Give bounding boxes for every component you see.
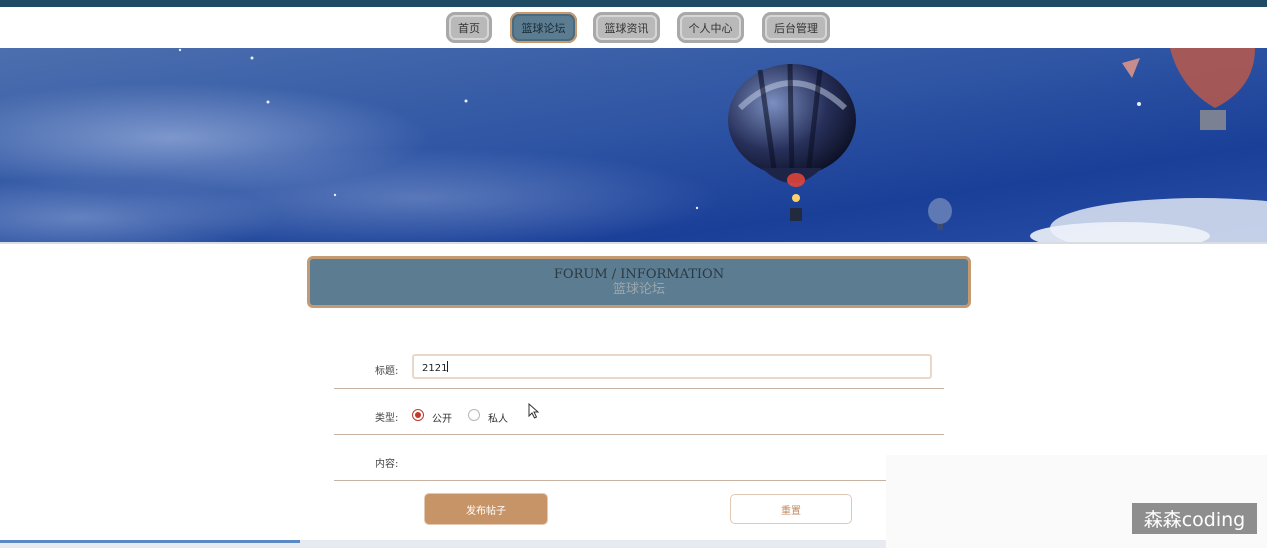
bottom-progress-fill [0, 540, 300, 543]
text-caret [447, 361, 449, 372]
content-label: 内容: [375, 459, 399, 470]
form-row-type [334, 388, 944, 435]
nav-admin[interactable]: 后台管理 [762, 12, 830, 43]
type-label: 类型: [375, 413, 399, 424]
title-label: 标题: [375, 366, 399, 377]
top-stripe [0, 0, 1267, 7]
nav-forum[interactable]: 篮球论坛 [510, 12, 577, 43]
radio-public-label[interactable]: 公开 [432, 410, 452, 425]
nav-news[interactable]: 篮球资讯 [593, 12, 660, 43]
video-overlay-region [886, 455, 1267, 548]
banner-image [0, 48, 1267, 242]
top-nav: 首页 篮球论坛 篮球资讯 个人中心 后台管理 [0, 7, 1267, 48]
radio-private[interactable] [468, 409, 480, 421]
hero-banner [0, 48, 1267, 242]
title-input[interactable]: 2121 [412, 354, 932, 379]
reset-button[interactable]: 重置 [730, 494, 852, 524]
form-row-content [334, 434, 944, 481]
section-title-en: FORUM / INFORMATION [553, 267, 725, 282]
section-title-panel: FORUM / INFORMATION 篮球论坛 [307, 256, 971, 308]
publish-post-button[interactable]: 发布帖子 [425, 494, 547, 524]
section-title-cn: 篮球论坛 [612, 282, 665, 297]
nav-home[interactable]: 首页 [446, 12, 492, 43]
nav-personal-center[interactable]: 个人中心 [677, 12, 744, 43]
watermark: 森森coding [1132, 503, 1257, 534]
radio-public[interactable] [412, 409, 424, 421]
banner-divider [0, 242, 1267, 244]
title-input-value: 2121 [422, 363, 448, 374]
mouse-pointer-icon [528, 403, 540, 419]
radio-private-label[interactable]: 私人 [488, 410, 508, 425]
